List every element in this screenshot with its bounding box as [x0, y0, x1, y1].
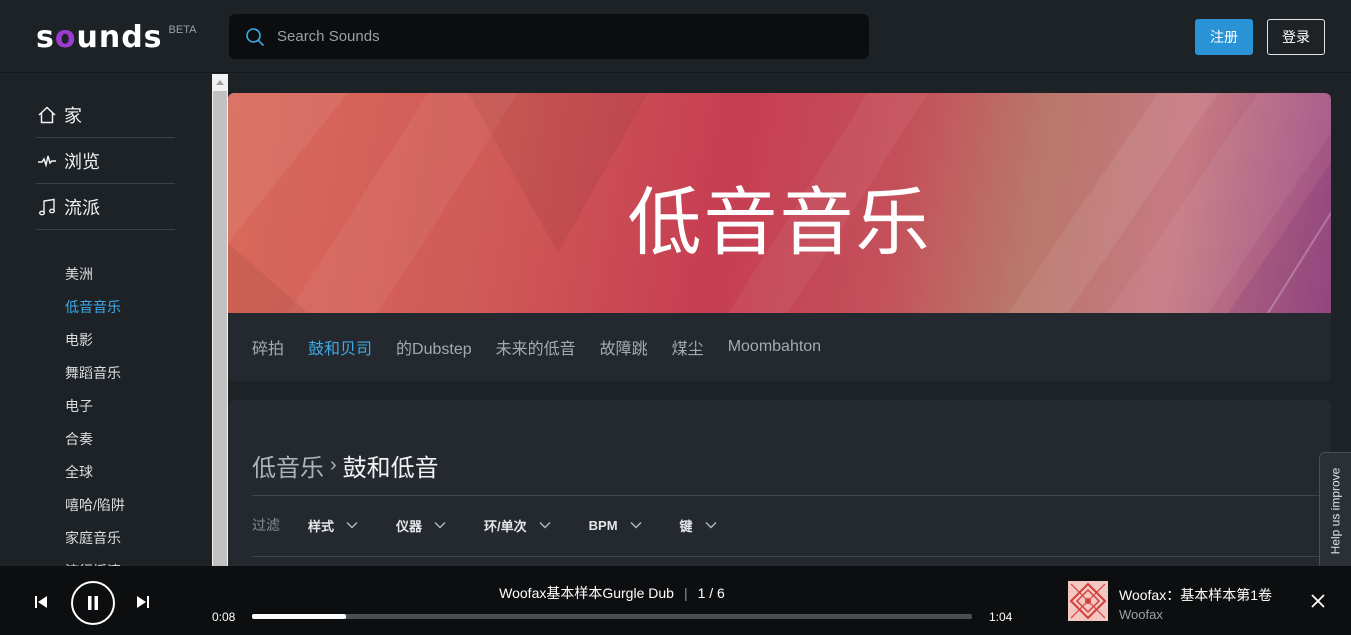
genre-item[interactable]: 美洲 — [65, 258, 125, 291]
filter-key-dropdown[interactable]: 键 — [680, 516, 717, 535]
filter-dropdown-label: BPM — [588, 517, 618, 533]
chevron-down-icon — [346, 521, 358, 529]
filter-dropdown-label: 环/单次 — [484, 518, 527, 534]
chevron-down-icon — [705, 521, 717, 529]
login-button[interactable]: 登录 — [1267, 19, 1325, 55]
album-artist[interactable]: Woofax — [1119, 607, 1163, 622]
subgenre-tab[interactable]: 未来的低音 — [496, 335, 576, 359]
genre-item[interactable]: 电影 — [65, 324, 125, 357]
logo[interactable]: sounds BETA — [36, 18, 196, 54]
waveform-icon — [36, 150, 58, 172]
subgenre-tab[interactable]: 的Dubstep — [396, 335, 472, 359]
pause-button[interactable] — [71, 581, 115, 625]
genre-hero-banner: 低音音乐 — [228, 93, 1331, 313]
filter-dropdown-label: 样式 — [308, 518, 335, 534]
album-title[interactable]: Woofax：基本样本第1卷 — [1119, 585, 1272, 605]
top-bar: sounds BETA 注册 登录 — [0, 0, 1351, 73]
subgenre-tab[interactable]: Moombahton — [728, 338, 821, 356]
genre-item-active[interactable]: 低音音乐 — [65, 291, 125, 324]
filter-style-dropdown[interactable]: 样式 — [308, 516, 358, 535]
progress-bar[interactable] — [252, 614, 972, 619]
subgenre-tab-active[interactable]: 鼓和贝司 — [308, 335, 372, 359]
search-icon — [246, 27, 265, 46]
subgenre-tab[interactable]: 碎拍 — [252, 335, 284, 359]
album-art[interactable] — [1068, 581, 1108, 621]
filter-dropdown-label: 仪器 — [396, 518, 423, 534]
breadcrumb-parent-link[interactable]: 低音乐 — [252, 448, 324, 483]
help-tab-label: Help us improve — [1328, 467, 1343, 555]
subgenre-nav: 碎拍 鼓和贝司 的Dubstep 未来的低音 故障跳 煤尘 Moombahton — [228, 313, 1331, 381]
genre-item[interactable]: 全球 — [65, 456, 125, 489]
scrollbar-thumb[interactable] — [213, 91, 227, 566]
search-input[interactable] — [277, 28, 837, 45]
pause-icon — [88, 596, 98, 610]
album-cover-image — [1068, 581, 1108, 621]
genre-item[interactable]: 嘻哈/陷阱 — [65, 489, 125, 522]
genre-item[interactable]: 合奏 — [65, 423, 125, 456]
filter-instrument-dropdown[interactable]: 仪器 — [396, 516, 446, 535]
breadcrumb: 低音乐 › 鼓和低音 — [252, 448, 439, 483]
breadcrumb-current: 鼓和低音 — [342, 455, 439, 482]
beta-badge: BETA — [168, 24, 197, 36]
chevron-down-icon — [630, 521, 642, 529]
divider — [252, 495, 1331, 496]
track-position: 1 / 6 — [697, 585, 725, 601]
sidebar: 家 浏览 流派 美洲 低音音乐 电影 舞蹈音乐 电子 合奏 全球 嘻哈/陷阱 家… — [0, 74, 212, 566]
title-separator: | — [683, 585, 688, 601]
sidebar-item-label: 家 — [64, 105, 82, 126]
subgenre-tab[interactable]: 故障跳 — [600, 335, 648, 359]
subgenre-tab[interactable]: 煤尘 — [672, 335, 704, 359]
scroll-up-arrow-icon[interactable] — [212, 74, 228, 90]
breadcrumb-separator: › — [330, 454, 337, 476]
help-us-improve-tab[interactable]: Help us improve — [1319, 452, 1351, 570]
signup-button[interactable]: 注册 — [1195, 19, 1253, 55]
search-bar[interactable] — [229, 14, 869, 59]
progress-bar-fill — [252, 614, 346, 619]
logo-text: sounds — [36, 20, 163, 55]
next-track-icon[interactable] — [136, 595, 150, 609]
music-note-icon — [36, 196, 58, 218]
filter-dropdown-label: 键 — [679, 518, 693, 534]
content-panel: 低音乐 › 鼓和低音 过滤 样式 仪器 环/单次 BPM 键 发布 — [228, 400, 1331, 626]
genre-list: 美洲 低音音乐 电影 舞蹈音乐 电子 合奏 全球 嘻哈/陷阱 家庭音乐 流行摇滚 — [65, 258, 125, 566]
chevron-down-icon — [539, 521, 551, 529]
sidebar-item-label: 流派 — [64, 197, 100, 218]
chevron-down-icon — [434, 521, 446, 529]
genre-item[interactable]: 舞蹈音乐 — [65, 357, 125, 390]
home-icon — [36, 104, 58, 126]
sidebar-item-label: 浏览 — [64, 151, 100, 172]
audio-player-bar: Woofax基本样本Gurgle Dub | 1 / 6 0:08 1:04 Woo… — [0, 566, 1351, 635]
previous-track-icon[interactable] — [34, 595, 48, 609]
sidebar-item-genres[interactable]: 流派 — [36, 184, 175, 230]
genre-item[interactable]: 电子 — [65, 390, 125, 423]
sidebar-item-home[interactable]: 家 — [36, 92, 175, 138]
total-time: 1:04 — [989, 610, 1013, 624]
hero-title: 低音音乐 — [627, 180, 932, 266]
track-title: Woofax基本样本Gurgle Dub — [499, 585, 674, 601]
close-icon[interactable] — [1310, 593, 1326, 609]
divider — [252, 556, 1331, 557]
sidebar-item-browse[interactable]: 浏览 — [36, 138, 175, 184]
genre-item[interactable]: 流行摇滚 — [65, 555, 125, 566]
filter-bar: 过滤 样式 仪器 环/单次 BPM 键 — [252, 512, 755, 538]
filter-label: 过滤 — [252, 517, 280, 533]
filter-loop-oneshot-dropdown[interactable]: 环/单次 — [484, 516, 551, 535]
current-time: 0:08 — [212, 610, 236, 624]
filter-bpm-dropdown[interactable]: BPM — [589, 518, 642, 533]
sidebar-scrollbar[interactable] — [212, 74, 228, 566]
genre-item[interactable]: 家庭音乐 — [65, 522, 125, 555]
now-playing-title: Woofax基本样本Gurgle Dub | 1 / 6 — [252, 583, 972, 603]
